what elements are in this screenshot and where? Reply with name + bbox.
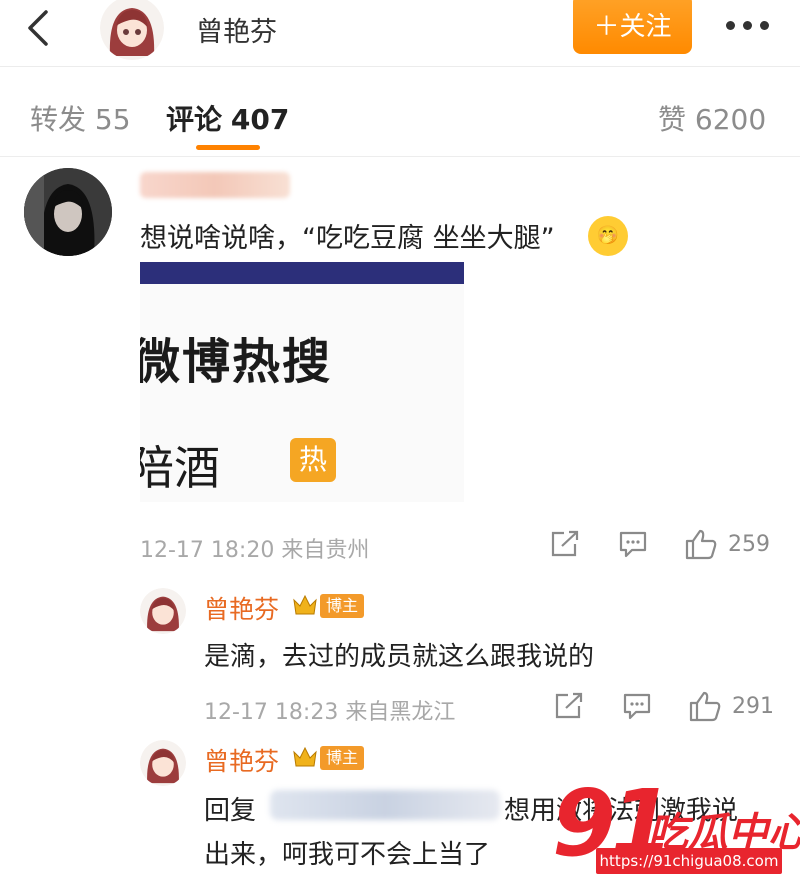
comment-time: 12-17 18:20 — [140, 538, 275, 563]
hot-badge: 热 — [290, 438, 336, 482]
tab-likes-count: 6200 — [694, 103, 767, 136]
like-icon[interactable] — [688, 690, 722, 722]
follow-button[interactable]: ＋关注 — [573, 0, 692, 54]
tab-comments-label: 评论 — [166, 103, 223, 136]
image-header-bar — [140, 262, 464, 284]
reply-author-name[interactable]: 曾艳芬 — [204, 590, 279, 626]
image-row-text: 陪酒 — [140, 441, 220, 495]
comment-text: 想说啥说啥，“吃吃豆腐 坐坐大腿” — [140, 223, 555, 254]
more-icon[interactable] — [726, 14, 772, 36]
author-name[interactable]: 曾艳芬 — [196, 10, 277, 49]
crown-icon — [293, 746, 317, 767]
follow-label: ＋关注 — [593, 11, 672, 42]
commenter-avatar[interactable] — [24, 168, 112, 256]
tab-reposts-count: 55 — [94, 103, 131, 136]
image-title: 微博热搜 — [140, 334, 333, 390]
shush-emoji-icon: 🤭 — [588, 216, 628, 256]
comment-icon[interactable] — [622, 692, 652, 720]
tab-likes[interactable]: 赞 6200 — [658, 98, 766, 138]
author-avatar[interactable] — [100, 0, 164, 60]
watermark-url: https://91chigua08.com — [596, 848, 782, 874]
mention-blurred[interactable] — [270, 790, 500, 820]
reply-like-count: 291 — [732, 694, 774, 719]
tab-comments-count: 407 — [230, 103, 290, 136]
tabs-divider — [0, 156, 800, 157]
reply-avatar[interactable] — [140, 588, 186, 634]
comment-like-count: 259 — [728, 532, 770, 557]
tab-comments[interactable]: 评论 407 — [166, 98, 289, 138]
like-icon[interactable] — [684, 528, 718, 560]
comment-source: 来自贵州 — [281, 538, 370, 563]
reply-prefix: 回复 — [204, 796, 257, 826]
comment-icon[interactable] — [618, 530, 648, 558]
back-button[interactable] — [22, 8, 62, 48]
reply-text: 是滴，去过的成员就这么跟我说的 — [204, 642, 595, 672]
reply-source: 来自黑龙江 — [345, 700, 456, 725]
comment-image[interactable]: 微博热搜 陪酒 热 — [140, 262, 464, 502]
share-icon[interactable] — [550, 530, 580, 558]
share-icon[interactable] — [554, 692, 584, 720]
author-badge: 博主 — [320, 746, 365, 770]
active-tab-indicator — [196, 145, 260, 150]
reply-author-name[interactable]: 曾艳芬 — [204, 742, 279, 778]
crown-icon — [293, 594, 317, 615]
reply-time: 12-17 18:23 — [204, 700, 339, 725]
header-divider — [0, 66, 800, 67]
tab-reposts[interactable]: 转发 55 — [30, 98, 131, 138]
tab-likes-label: 赞 — [658, 103, 687, 136]
reply-avatar[interactable] — [140, 740, 186, 786]
author-badge: 博主 — [320, 594, 365, 618]
commenter-name-blurred — [140, 172, 290, 198]
reply-text-line2: 出来，呵我可不会上当了 — [204, 840, 491, 870]
chevron-left-icon — [28, 10, 48, 46]
tab-reposts-label: 转发 — [30, 103, 87, 136]
